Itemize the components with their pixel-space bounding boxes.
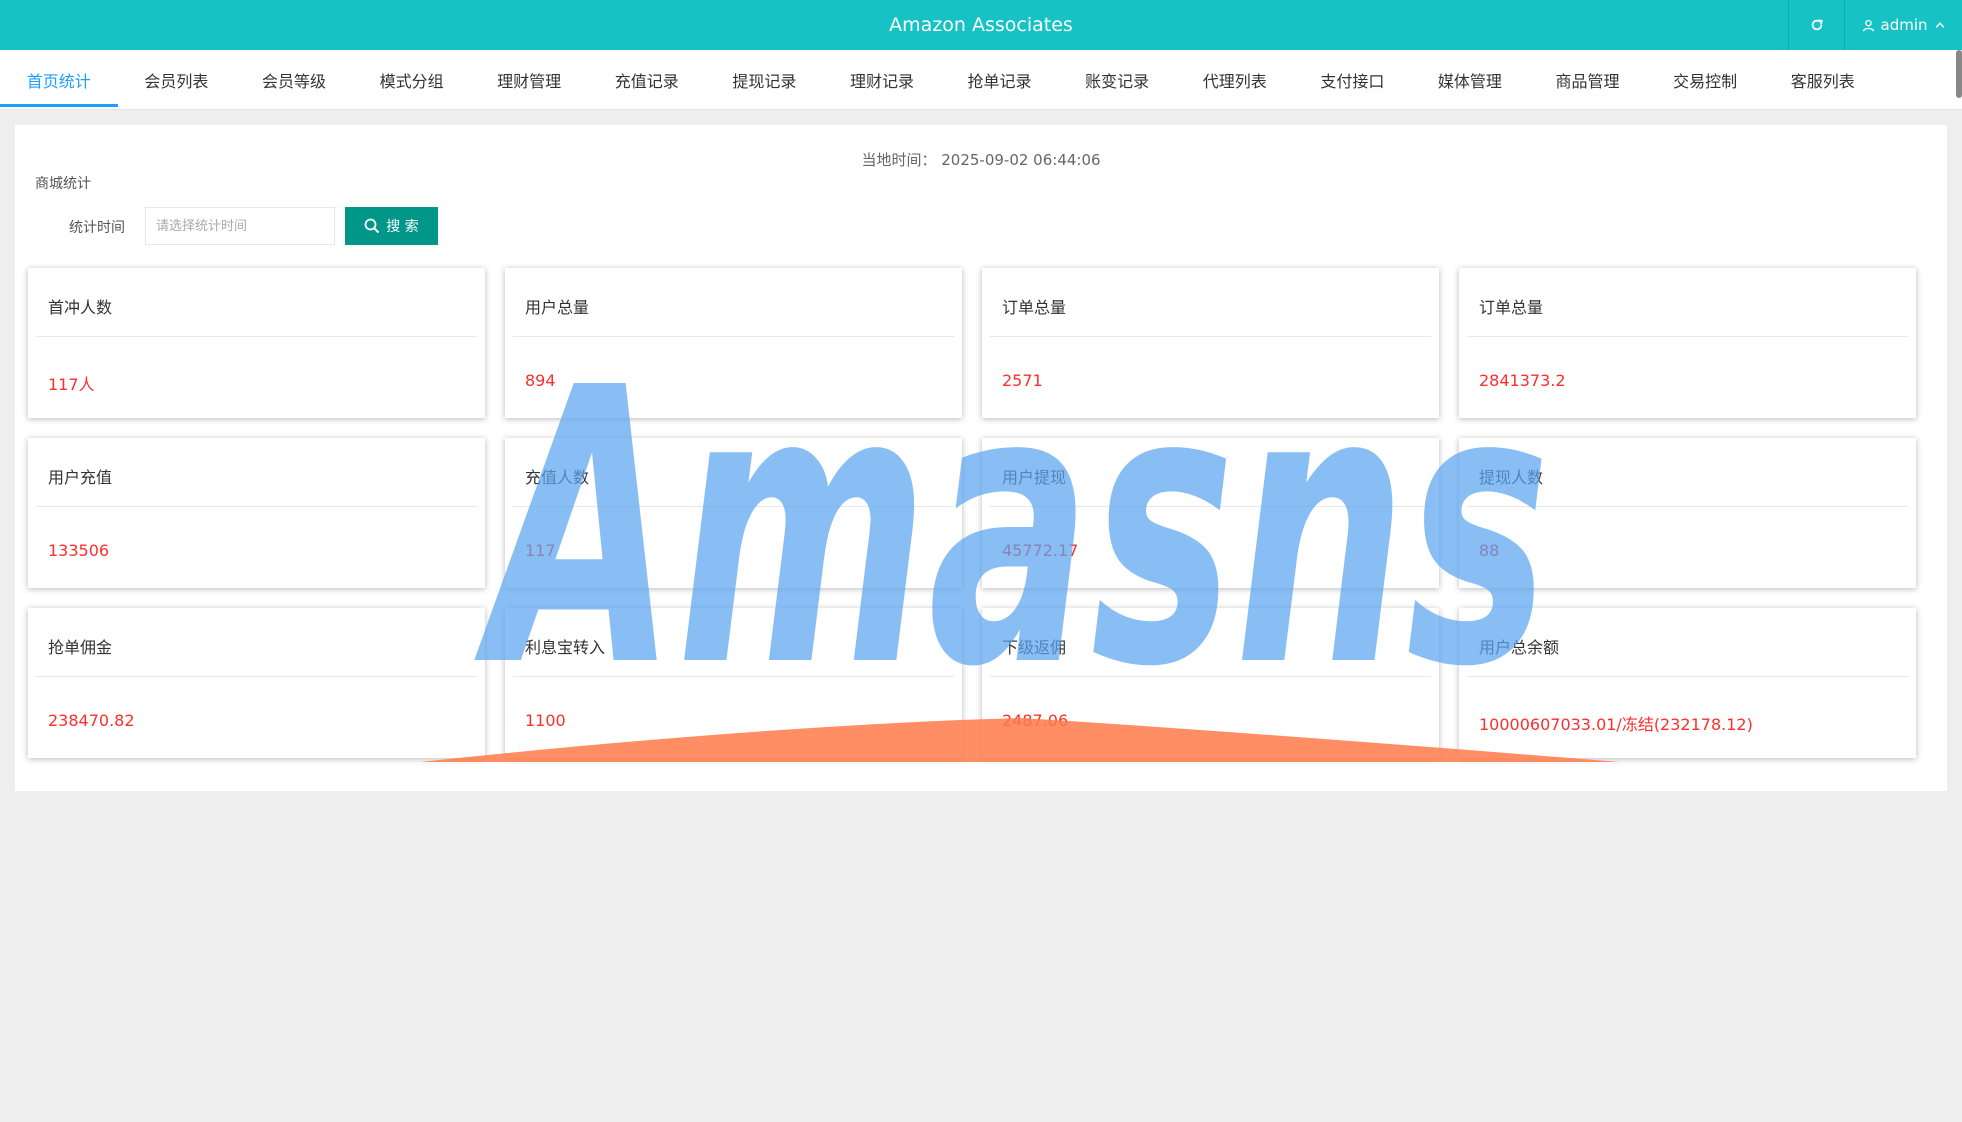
- user-icon: [1862, 19, 1874, 31]
- nav-tab[interactable]: 抢单记录: [941, 50, 1059, 110]
- nav-tab[interactable]: 理财记录: [823, 50, 941, 110]
- stat-card: 充值人数 117: [505, 438, 962, 588]
- stat-card-title: 用户总量: [525, 298, 590, 317]
- stat-card-value: 2571: [1002, 371, 1043, 390]
- stat-card-title: 用户充值: [48, 468, 113, 487]
- stat-card: 用户总量 894: [505, 268, 962, 418]
- stat-card-divider: [1467, 336, 1908, 337]
- nav-tab[interactable]: 模式分组: [353, 50, 471, 110]
- local-time: 当地时间： 2025-09-02 06:44:06: [15, 149, 1947, 170]
- nav-tab[interactable]: 会员列表: [118, 50, 236, 110]
- stat-card-value: 2487.06: [1002, 711, 1069, 730]
- search-icon: [364, 218, 380, 234]
- nav-tab[interactable]: 支付接口: [1294, 50, 1412, 110]
- nav-tab[interactable]: 代理列表: [1176, 50, 1294, 110]
- stat-card-divider: [990, 676, 1431, 677]
- search-button[interactable]: 搜 索: [345, 207, 438, 245]
- page-scrollbar[interactable]: [1956, 50, 1962, 98]
- user-menu-button[interactable]: admin: [1844, 0, 1962, 50]
- app-title: Amazon Associates: [889, 14, 1073, 36]
- stat-card-value: 88: [1479, 541, 1500, 560]
- local-time-value: 2025-09-02 06:44:06: [941, 151, 1101, 169]
- stat-card-grid: 首冲人数 117人 用户总量 894 订单总量 2571 订单总量 2841373.2 用户充值…: [28, 268, 1934, 758]
- stat-card-title: 订单总量: [1479, 298, 1544, 317]
- stat-card: 首冲人数 117人: [28, 268, 485, 418]
- stat-card-divider: [36, 336, 477, 337]
- stat-card-value: 1100: [525, 711, 566, 730]
- stat-card: 订单总量 2841373.2: [1459, 268, 1916, 418]
- stat-card: 用户总余额 10000607033.01/冻结(232178.12): [1459, 608, 1916, 758]
- stat-card-title: 利息宝转入: [525, 638, 606, 657]
- search-button-label: 搜 索: [386, 219, 419, 235]
- stat-card: 抢单佣金 238470.82: [28, 608, 485, 758]
- stat-card-value: 238470.82: [48, 711, 135, 730]
- stat-card: 用户提现 45772.17: [982, 438, 1439, 588]
- header-actions: admin: [1788, 0, 1962, 50]
- stat-card-divider: [1467, 506, 1908, 507]
- stat-time-label: 统计时间: [69, 220, 125, 236]
- stat-card-divider: [990, 336, 1431, 337]
- stat-card-value: 10000607033.01/冻结(232178.12): [1479, 715, 1753, 734]
- nav-tab[interactable]: 媒体管理: [1411, 50, 1529, 110]
- stat-card-divider: [513, 676, 954, 677]
- nav-tab[interactable]: 商品管理: [1529, 50, 1647, 110]
- user-name: admin: [1880, 16, 1928, 34]
- stat-card: 下级返佣 2487.06: [982, 608, 1439, 758]
- stat-card: 提现人数 88: [1459, 438, 1916, 588]
- stat-card-divider: [990, 506, 1431, 507]
- refresh-button[interactable]: [1788, 0, 1844, 50]
- stat-card-divider: [513, 506, 954, 507]
- main-nav: 首页统计 会员列表 会员等级 模式分组 理财管理 充值记录 提现记录 理财记录 抢单记录 账变记录…: [0, 50, 1962, 110]
- chevron-up-icon: [1935, 22, 1944, 28]
- nav-tab-list: 首页统计 会员列表 会员等级 模式分组 理财管理 充值记录 提现记录 理财记录 抢单记录 账变记录…: [0, 50, 1962, 110]
- nav-tab[interactable]: 交易控制: [1646, 50, 1764, 110]
- local-time-label: 当地时间：: [861, 151, 937, 169]
- stat-card-value: 2841373.2: [1479, 371, 1566, 390]
- top-header: Amazon Associates admin: [0, 0, 1962, 50]
- stat-card-title: 提现人数: [1479, 468, 1544, 487]
- stat-card-value: 117: [525, 541, 556, 560]
- stat-card-title: 用户提现: [1002, 468, 1067, 487]
- nav-tab[interactable]: 充值记录: [588, 50, 706, 110]
- stat-card-value: 894: [525, 371, 556, 390]
- stat-card-title: 充值人数: [525, 468, 590, 487]
- refresh-icon: [1811, 19, 1823, 31]
- stat-card-title: 用户总余额: [1479, 638, 1560, 657]
- stat-card-title: 订单总量: [1002, 298, 1067, 317]
- stat-card: 订单总量 2571: [982, 268, 1439, 418]
- nav-tab[interactable]: 理财管理: [470, 50, 588, 110]
- stat-card-divider: [36, 506, 477, 507]
- stat-card-value: 45772.17: [1002, 541, 1079, 560]
- stat-card-title: 抢单佣金: [48, 638, 113, 657]
- stat-card-title: 首冲人数: [48, 298, 113, 317]
- nav-tab[interactable]: 会员等级: [235, 50, 353, 110]
- stat-card-value: 117人: [48, 375, 95, 394]
- section-title: 商城统计: [35, 176, 91, 192]
- stat-card-divider: [36, 676, 477, 677]
- stat-time-input[interactable]: [145, 207, 335, 245]
- nav-tab[interactable]: 客服列表: [1764, 50, 1882, 110]
- stat-card-divider: [513, 336, 954, 337]
- stats-panel: 当地时间： 2025-09-02 06:44:06 商城统计 统计时间 搜 索 …: [15, 125, 1947, 791]
- stat-card-title: 下级返佣: [1002, 638, 1067, 657]
- stat-card-value: 133506: [48, 541, 110, 560]
- nav-tab[interactable]: 账变记录: [1058, 50, 1176, 110]
- stat-card-divider: [1467, 676, 1908, 677]
- nav-tab[interactable]: 首页统计: [0, 50, 118, 110]
- stat-card: 用户充值 133506: [28, 438, 485, 588]
- nav-tab[interactable]: 提现记录: [706, 50, 824, 110]
- stat-card: 利息宝转入 1100: [505, 608, 962, 758]
